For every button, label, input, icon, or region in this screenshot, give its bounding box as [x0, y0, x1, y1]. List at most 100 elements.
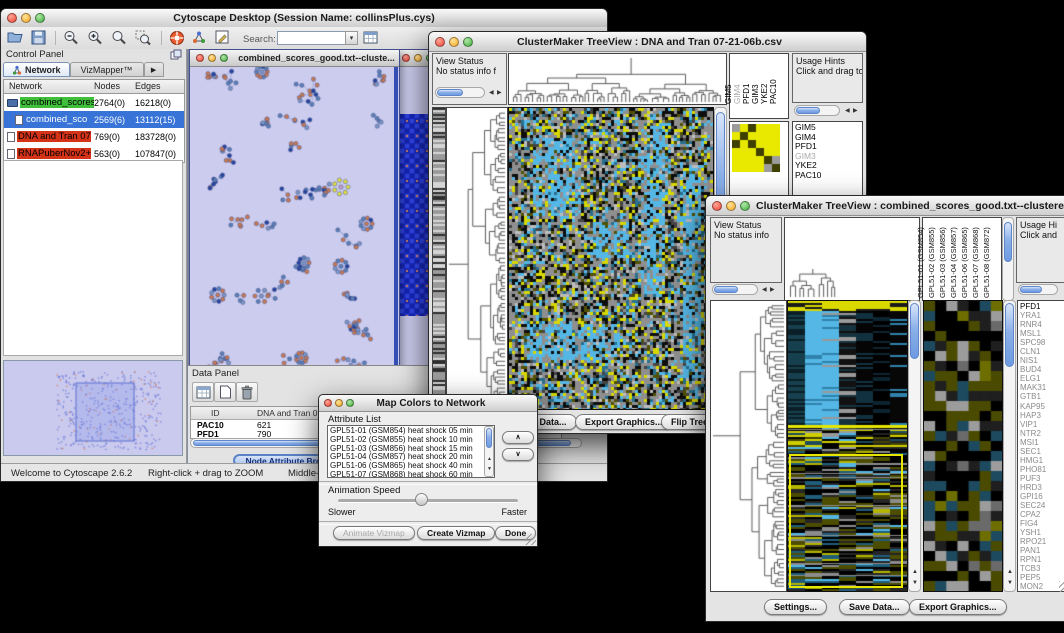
gene-label[interactable]: NIS1	[1018, 356, 1064, 365]
resize-grip[interactable]	[1059, 581, 1064, 592]
close-button[interactable]	[402, 54, 410, 62]
network-view-1-titlebar[interactable]: combined_scores_good.txt--cluste...	[190, 50, 399, 67]
close-button[interactable]	[7, 13, 17, 23]
speed-slider-track[interactable]	[338, 499, 518, 503]
scroll-down-icon[interactable]: ▼	[1007, 580, 1013, 586]
gene-label[interactable]: HMG1	[1018, 456, 1064, 465]
col-network[interactable]: Network	[9, 81, 42, 91]
close-button[interactable]	[196, 54, 204, 62]
tab-network[interactable]: Network	[3, 62, 70, 77]
network-table-row[interactable]: DNA and Tran 07 769(0) 183728(0)	[4, 128, 184, 145]
zoom-heatmap-canvas[interactable]	[924, 301, 1002, 591]
zoom-button[interactable]	[740, 201, 750, 211]
scroll-down-icon[interactable]: ▼	[487, 467, 492, 472]
attribute-list-item[interactable]: GPL51-06 (GSM865) heat shock 40 min	[330, 462, 482, 471]
attribute-list-item[interactable]: GPL51-07 (GSM868) heat shock 60 min	[330, 471, 482, 478]
hscrollbar-thumb[interactable]	[437, 89, 463, 96]
tv2-heatmap-vscrollbar[interactable]: ▲ ▼	[908, 300, 921, 592]
gene-label[interactable]: KAP95	[1018, 402, 1064, 411]
gene-label[interactable]: MAK31	[1018, 383, 1064, 392]
minimize-button[interactable]	[21, 13, 31, 23]
global-row-strip-canvas[interactable]	[433, 108, 445, 409]
minimize-button[interactable]	[335, 399, 343, 407]
heatmap-canvas[interactable]	[788, 301, 907, 591]
gene-label[interactable]: PUF3	[1018, 474, 1064, 483]
zoom-in-icon[interactable]	[87, 30, 105, 46]
minimize-button[interactable]	[726, 201, 736, 211]
gene-label[interactable]: GTB1	[1018, 392, 1064, 401]
column-label[interactable]: PAC10	[777, 54, 786, 118]
treeview2-titlebar[interactable]: ClusterMaker TreeView : combined_scores_…	[706, 196, 1064, 216]
tab-overflow-button[interactable]: ▶	[144, 62, 164, 77]
gene-label[interactable]: PFD1	[1018, 302, 1064, 311]
gene-label[interactable]: CLN1	[1018, 347, 1064, 356]
gene-label[interactable]: RPO21	[1018, 537, 1064, 546]
gene-label[interactable]: PHO81	[1018, 465, 1064, 474]
zoom-fit-icon[interactable]	[111, 30, 129, 46]
close-button[interactable]	[712, 201, 722, 211]
minimize-button[interactable]	[414, 54, 422, 62]
tv2-settings-button[interactable]: Settings...	[764, 599, 827, 615]
vscrollbar-thumb[interactable]	[910, 303, 919, 359]
gene-label[interactable]: YSH1	[1018, 528, 1064, 537]
gene-label[interactable]: TCB3	[1018, 564, 1064, 573]
tv1-status-hscrollbar[interactable]	[435, 87, 485, 98]
hscrollbar-thumb[interactable]	[796, 107, 820, 114]
gene-label[interactable]: SEC1	[1018, 447, 1064, 456]
scroll-up-icon[interactable]: ▲	[487, 457, 492, 462]
gene-label[interactable]: GPI16	[1018, 492, 1064, 501]
gene-label[interactable]: HAP3	[1018, 411, 1064, 420]
attribute-list-item[interactable]: GPL51-03 (GSM856) heat shock 15 min	[330, 445, 482, 454]
gene-label[interactable]: MSL1	[1018, 329, 1064, 338]
column-dendrogram-canvas[interactable]	[509, 54, 726, 104]
main-titlebar[interactable]: Cytoscape Desktop (Session Name: collins…	[1, 9, 607, 28]
mini-heatmap-canvas[interactable]	[732, 124, 780, 172]
zoom-out-icon[interactable]	[63, 30, 81, 46]
gene-label[interactable]: MON2	[1018, 582, 1064, 591]
scroll-left-icon[interactable]: ◀	[845, 108, 850, 114]
gene-label[interactable]: VIP1	[1018, 420, 1064, 429]
gene-label[interactable]: PAN1	[1018, 546, 1064, 555]
gene-label[interactable]: CPA2	[1018, 510, 1064, 519]
gene-label[interactable]: PEP5	[1018, 573, 1064, 582]
attribute-list-item[interactable]: GPL51-01 (GSM854) heat shock 05 min	[330, 427, 482, 436]
search-input[interactable]	[277, 31, 347, 45]
attribute-list-item[interactable]: GPL51-02 (GSM855) heat shock 10 min	[330, 436, 482, 445]
row-dendrogram-canvas[interactable]	[447, 108, 507, 409]
zoom-button[interactable]	[35, 13, 45, 23]
vscrollbar-thumb[interactable]	[1004, 222, 1012, 262]
gene-label[interactable]: HRD3	[1018, 483, 1064, 492]
zoom-button[interactable]	[346, 399, 354, 407]
tv2-zoom-vscrollbar[interactable]: ▲ ▼	[1003, 300, 1016, 592]
tv1-global-row-strip[interactable]	[432, 107, 446, 410]
gene-label[interactable]: FIG4	[1018, 519, 1064, 528]
row-label[interactable]: GIM4	[793, 133, 862, 143]
move-attribute-down-button[interactable]: ∨	[502, 448, 534, 461]
close-button[interactable]	[324, 399, 332, 407]
tv2-save-data-button[interactable]: Save Data...	[839, 599, 910, 615]
delete-attribute-icon[interactable]	[236, 382, 258, 402]
save-icon[interactable]	[31, 30, 49, 46]
heatmap-canvas[interactable]	[509, 108, 713, 409]
scroll-left-icon[interactable]: ◀	[489, 90, 494, 96]
col-edges[interactable]: Edges	[135, 81, 161, 91]
col-id[interactable]: ID	[211, 408, 220, 418]
speed-slider-thumb[interactable]	[415, 493, 428, 506]
column-label[interactable]: GPL51-08 (GSM872)	[990, 218, 1001, 300]
tv1-labels-hscrollbar[interactable]	[794, 105, 840, 116]
tv2-labels-vscrollbar[interactable]	[1002, 217, 1014, 301]
gene-label[interactable]: BUD4	[1018, 365, 1064, 374]
tab-vizmapper[interactable]: VizMapper™	[70, 62, 144, 77]
gene-label[interactable]: SEC24	[1018, 501, 1064, 510]
row-label[interactable]: PAC10	[793, 171, 862, 181]
select-attributes-icon[interactable]	[192, 382, 214, 402]
tv2-status-hscrollbar[interactable]	[712, 284, 758, 295]
row-label[interactable]: GIM5	[793, 123, 862, 133]
gene-label[interactable]: ELG1	[1018, 374, 1064, 383]
scroll-right-icon[interactable]: ▶	[497, 90, 502, 96]
treeview1-titlebar[interactable]: ClusterMaker TreeView : DNA and Tran 07-…	[429, 32, 866, 52]
scroll-right-icon[interactable]: ▶	[853, 108, 858, 114]
gene-label[interactable]: SPC98	[1018, 338, 1064, 347]
col-nodes[interactable]: Nodes	[94, 81, 120, 91]
hscrollbar-thumb[interactable]	[1020, 286, 1042, 293]
